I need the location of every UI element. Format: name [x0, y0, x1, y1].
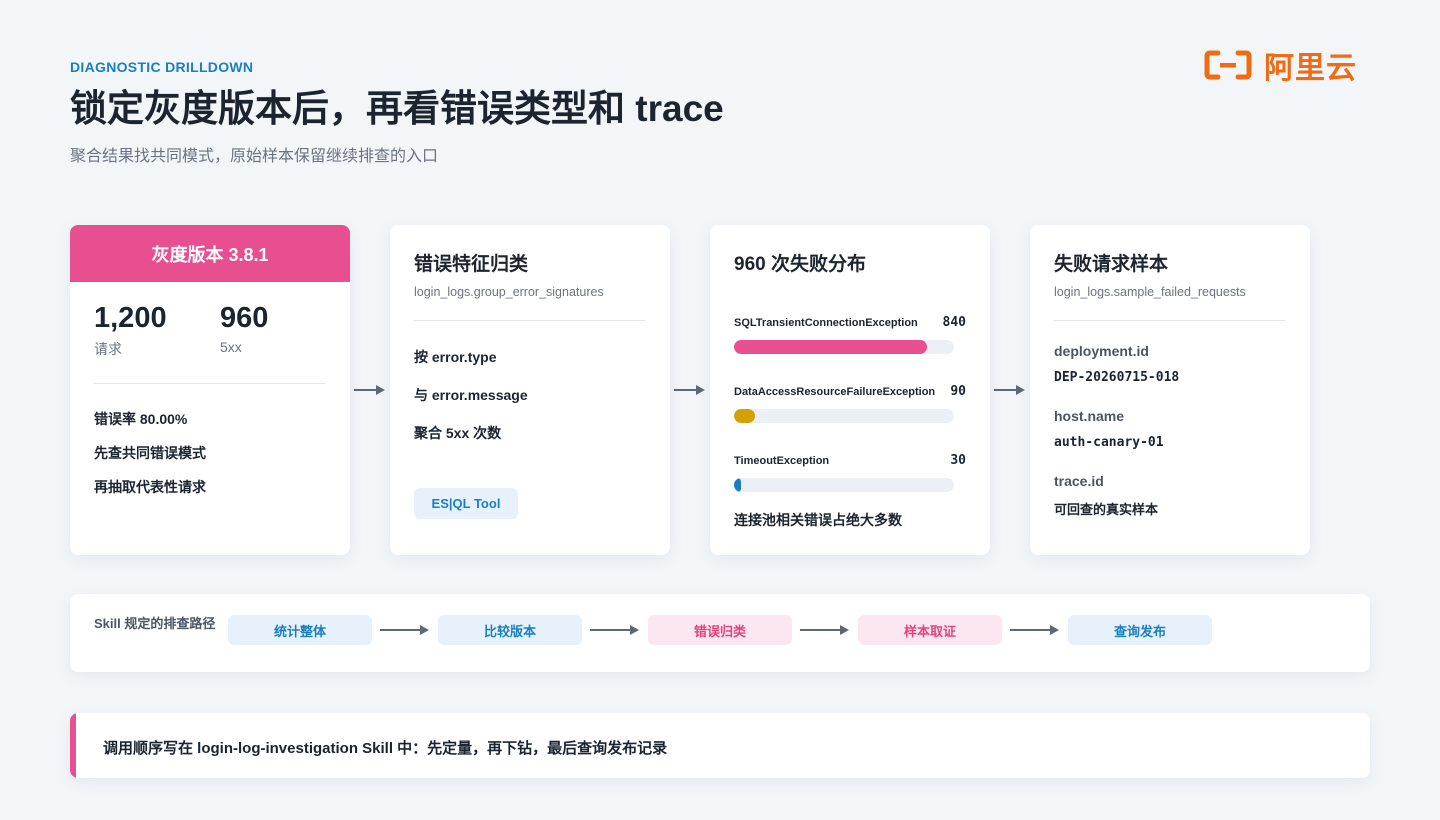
page-title: 锁定灰度版本后，再看错误类型和 trace [70, 88, 724, 129]
divider [1054, 320, 1286, 321]
stat-requests: 1,200 请求 [94, 301, 167, 359]
path-title: Skill 规定的排查路径 [94, 616, 216, 631]
arrow-right-icon [674, 385, 705, 395]
divider [414, 320, 646, 321]
field-key: trace.id [1054, 473, 1104, 489]
stat-5xx-label: 5xx [220, 339, 242, 355]
distribution-card-title: 960 次失败分布 [734, 254, 866, 275]
bar-value: 90 [950, 384, 966, 399]
arrow-right-icon [1010, 625, 1059, 635]
path-step: 错误归类 [648, 615, 792, 645]
bar-value: 840 [942, 315, 966, 330]
error-rate-text: 错误率 80.00% [94, 411, 188, 427]
arrow-right-icon [380, 625, 429, 635]
step-text: 再抽取代表性请求 [94, 479, 206, 495]
bar-fill [734, 409, 755, 423]
note-accent-bar [70, 713, 76, 778]
path-step: 比较版本 [438, 615, 582, 645]
sample-card-subtitle: login_logs.sample_failed_requests [1054, 285, 1246, 299]
path-step: 查询发布 [1068, 615, 1212, 645]
bar-track [734, 340, 954, 354]
version-card: 灰度版本 3.8.1 1,200 请求 960 5xx 错误率 80.00% 先… [70, 225, 350, 555]
bar-label: TimeoutException [734, 455, 830, 467]
bar-track [734, 478, 954, 492]
eyebrow-label: DIAGNOSTIC DRILLDOWN [70, 59, 254, 75]
classify-card: 错误特征归类 login_logs.group_error_signatures… [390, 225, 670, 555]
path-step: 统计整体 [228, 615, 372, 645]
bar-fill [734, 340, 927, 354]
field-value: DEP-20260715-018 [1054, 370, 1180, 385]
bar-value: 30 [950, 453, 966, 468]
path-step: 样本取证 [858, 615, 1002, 645]
classify-card-subtitle: login_logs.group_error_signatures [414, 285, 604, 299]
step-text: 先查共同错误模式 [94, 445, 206, 461]
page-subtitle: 聚合结果找共同模式，原始样本保留继续排查的入口 [70, 148, 439, 165]
bar-track [734, 409, 954, 423]
esql-tool-tag: ES|QL Tool [414, 488, 518, 519]
investigation-path-card: Skill 规定的排查路径 统计整体 比较版本 错误归类 样本取证 查询发布 [70, 594, 1370, 672]
sample-card: 失败请求样本 login_logs.sample_failed_requests… [1030, 225, 1310, 555]
aliyun-logo-icon [1204, 50, 1252, 80]
arrow-right-icon [354, 385, 385, 395]
stat-requests-label: 请求 [94, 341, 122, 357]
slide: DIAGNOSTIC DRILLDOWN 锁定灰度版本后，再看错误类型和 tra… [0, 0, 1440, 820]
bar-label: SQLTransientConnectionException [734, 317, 918, 329]
field-value: 可回查的真实样本 [1054, 502, 1159, 517]
arrow-right-icon [994, 385, 1025, 395]
aliyun-logo: 阿里云 [1204, 46, 1357, 85]
version-card-header: 灰度版本 3.8.1 [70, 225, 350, 282]
classify-card-title: 错误特征归类 [414, 254, 529, 275]
group-by-text: 与 error.message [414, 387, 528, 403]
arrow-right-icon [800, 625, 849, 635]
bar-fill [734, 478, 741, 492]
aggregate-text: 聚合 5xx 次数 [414, 425, 502, 441]
field-key: deployment.id [1054, 343, 1149, 359]
stat-5xx: 960 5xx [220, 301, 268, 355]
note-text: 调用顺序写在 login-log-investigation Skill 中：先… [103, 740, 668, 757]
field-value: auth-canary-01 [1054, 435, 1164, 450]
logo-text: 阿里云 [1264, 52, 1357, 85]
stat-requests-value: 1,200 [94, 302, 167, 334]
group-by-text: 按 error.type [414, 349, 497, 365]
arrow-right-icon [590, 625, 639, 635]
stat-5xx-value: 960 [220, 302, 269, 334]
distribution-summary: 连接池相关错误占绝大多数 [734, 512, 902, 528]
sample-card-title: 失败请求样本 [1054, 254, 1169, 275]
distribution-card: 960 次失败分布 SQLTransientConnectionExceptio… [710, 225, 990, 555]
field-key: host.name [1054, 408, 1125, 424]
bar-label: DataAccessResourceFailureException [734, 386, 936, 398]
divider [94, 383, 326, 384]
skill-note: 调用顺序写在 login-log-investigation Skill 中：先… [70, 713, 1370, 778]
